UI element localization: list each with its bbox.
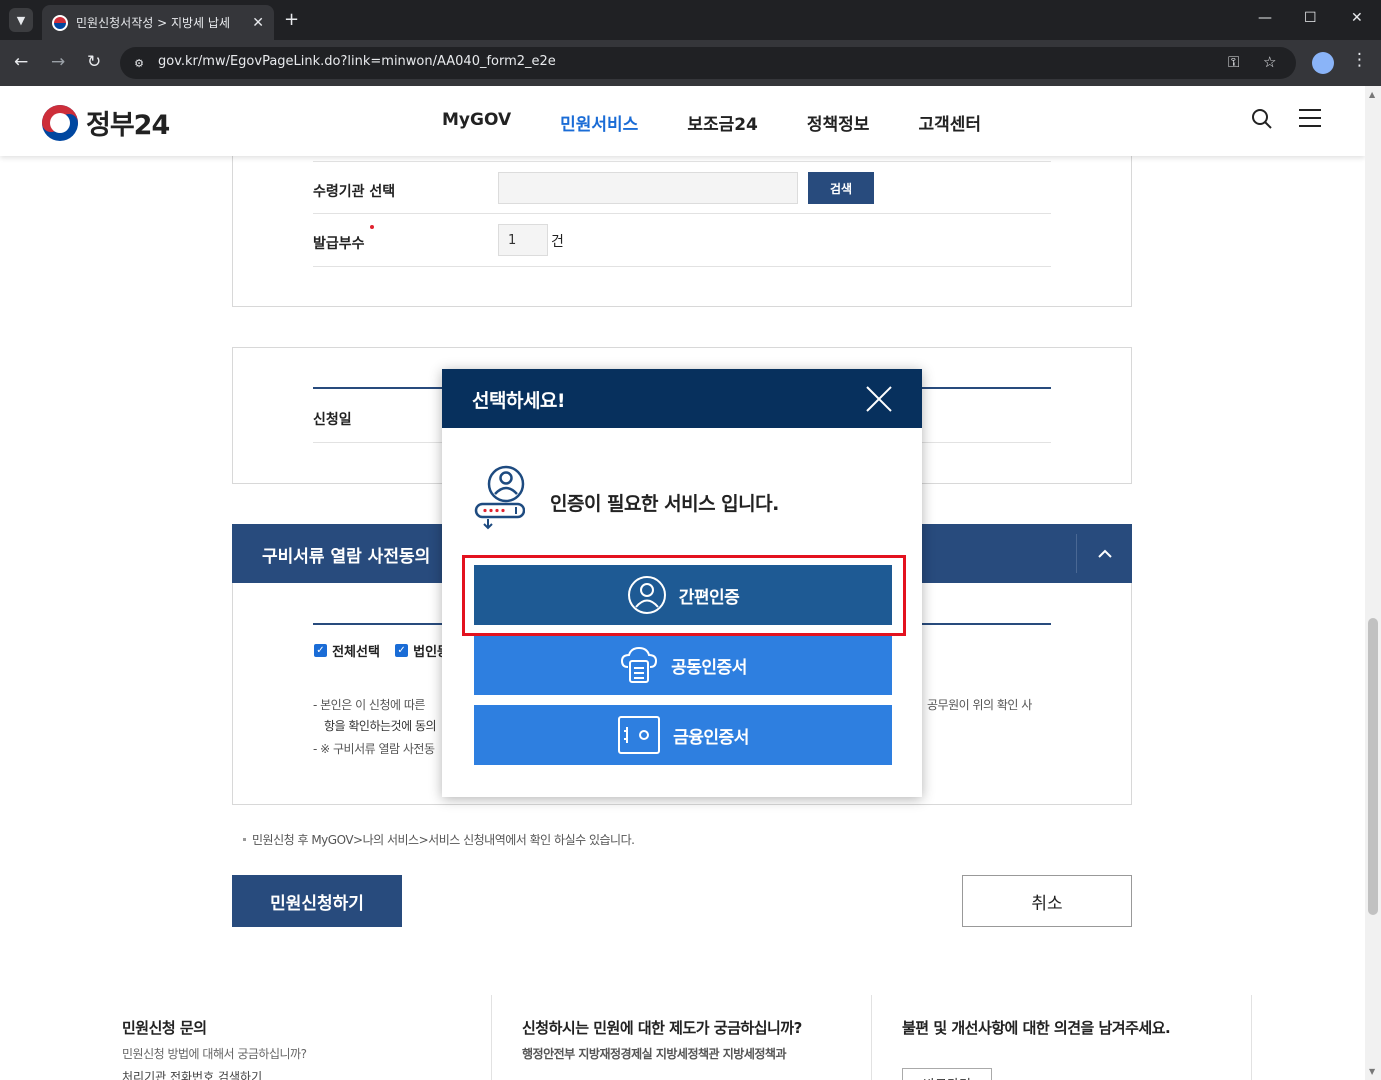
required-dot bbox=[370, 225, 374, 229]
agency-label: 수령기관 선택 bbox=[313, 184, 396, 200]
forward-icon[interactable]: → bbox=[51, 52, 65, 72]
profile-avatar-icon[interactable] bbox=[1312, 52, 1334, 74]
finance-cert-label: 금융인증서 bbox=[673, 727, 749, 748]
chevron-up-icon[interactable] bbox=[1076, 534, 1132, 573]
close-icon[interactable] bbox=[865, 385, 893, 413]
simple-auth-person-icon bbox=[627, 576, 666, 614]
joint-cert-button[interactable]: 공동인증서 bbox=[474, 635, 892, 695]
url-text[interactable]: gov.kr/mw/EgovPageLink.do?link=minwon/AA… bbox=[158, 54, 556, 69]
simple-auth-button[interactable]: 간편인증 bbox=[474, 565, 892, 625]
apply-button[interactable]: 민원신청하기 bbox=[232, 875, 402, 927]
apply-date-label: 신청일 bbox=[313, 412, 352, 428]
consent-section-title: 구비서류 열람 사전동의 bbox=[262, 547, 431, 567]
auth-select-modal: 선택하세요! 인증이 필요한 서비스 입니다. 간편인증 공동인증서 금융인증서 bbox=[442, 369, 922, 797]
maximize-icon[interactable]: ☐ bbox=[1304, 10, 1317, 26]
footer-system-desc: 행정안전부 지방재정경제실 지방세정책관 지방세정책과 bbox=[522, 1047, 787, 1061]
agency-row: 수령기관 선택 검색 bbox=[313, 161, 1051, 214]
page-viewport: 정부24 MyGOV 민원서비스 보조금24 정책정보 고객센터 수령기관 선택… bbox=[0, 86, 1365, 1080]
scroll-down-icon[interactable]: ▼ bbox=[1369, 1067, 1375, 1076]
password-key-icon[interactable]: ⚿ bbox=[1228, 53, 1239, 71]
safe-box-icon bbox=[618, 716, 661, 754]
site-header: 정부24 MyGOV 민원서비스 보조금24 정책정보 고객센터 bbox=[0, 86, 1365, 156]
more-menu-icon[interactable]: ⋮ bbox=[1351, 50, 1368, 70]
page-scrollbar[interactable]: ▲ ▼ bbox=[1365, 86, 1381, 1080]
logo-text: 정부24 bbox=[86, 110, 170, 141]
copies-unit: 건 bbox=[551, 234, 564, 250]
window-close-icon[interactable]: ✕ bbox=[1351, 10, 1363, 26]
agency-search-button[interactable]: 검색 bbox=[808, 172, 874, 204]
footer-goto-button[interactable]: 바로가기 bbox=[902, 1068, 992, 1080]
consent-checkboxes: ✓ 전체선택 ✓ 법인등 bbox=[314, 640, 449, 660]
address-bar[interactable]: ⚙ gov.kr/mw/EgovPageLink.do?link=minwon/… bbox=[120, 47, 1296, 79]
browser-tabbar: ▼ 민원신청서작성 > 지방세 납세 ✕ + — ☐ ✕ bbox=[0, 0, 1381, 40]
site-info-icon[interactable]: ⚙ bbox=[130, 54, 148, 72]
copies-input[interactable]: 1 bbox=[498, 224, 548, 256]
nav-customer-center[interactable]: 고객센터 bbox=[918, 110, 981, 135]
checkbox-all-icon[interactable]: ✓ bbox=[314, 644, 327, 657]
joint-cert-label: 공동인증서 bbox=[671, 657, 747, 678]
bookmark-star-icon[interactable]: ☆ bbox=[1263, 53, 1276, 71]
back-icon[interactable]: ← bbox=[14, 52, 28, 72]
modal-header: 선택하세요! bbox=[442, 369, 922, 428]
site-logo[interactable]: 정부24 bbox=[42, 103, 170, 142]
consent-text-line3: - ※ 구비서류 열람 사전동 bbox=[313, 742, 435, 756]
scroll-thumb[interactable] bbox=[1368, 618, 1378, 915]
modal-title: 선택하세요! bbox=[472, 390, 566, 412]
user-auth-icon bbox=[473, 462, 526, 537]
reload-icon[interactable]: ↻ bbox=[87, 52, 101, 72]
tab-search-icon[interactable]: ▼ bbox=[9, 8, 33, 32]
footer-feedback-title: 불편 및 개선사항에 대한 의견을 남겨주세요. bbox=[902, 1019, 1171, 1037]
browser-toolbar: ← → ↻ ⚙ gov.kr/mw/EgovPageLink.do?link=m… bbox=[0, 40, 1381, 86]
footer-inquiry-desc: 민원신청 방법에 대해서 궁금하십니까? bbox=[122, 1047, 307, 1061]
tab-title: 민원신청서작성 > 지방세 납세 bbox=[76, 16, 230, 30]
nav-subsidy24[interactable]: 보조금24 bbox=[687, 110, 758, 135]
nav-mygov[interactable]: MyGOV bbox=[442, 110, 511, 135]
copies-label: 발급부수 bbox=[313, 236, 365, 252]
checkbox-corp-icon[interactable]: ✓ bbox=[395, 644, 409, 657]
footer-inquiry-title: 민원신청 문의 bbox=[122, 1019, 207, 1037]
footer-phone-search-link[interactable]: 처리기관 전화번호 검색하기 bbox=[122, 1068, 262, 1080]
copies-row: 발급부수 1 건 bbox=[313, 214, 1051, 267]
consent-text-line1-left: - 본인은 이 신청에 따른 bbox=[313, 698, 425, 712]
simple-auth-label: 간편인증 bbox=[678, 587, 740, 608]
consent-text-line1-right: 공무원이 위의 확인 사 bbox=[927, 698, 1032, 712]
footer-divider bbox=[1251, 995, 1252, 1080]
finance-cert-button[interactable]: 금융인증서 bbox=[474, 705, 892, 765]
nav-civil-service[interactable]: 민원서비스 bbox=[560, 110, 638, 135]
main-nav: MyGOV 민원서비스 보조금24 정책정보 고객센터 bbox=[442, 110, 1030, 135]
footer-divider bbox=[871, 995, 872, 1080]
nav-policy-info[interactable]: 정책정보 bbox=[807, 110, 870, 135]
consent-text-line2: 항을 확인하는것에 동의 bbox=[324, 719, 437, 733]
cancel-button[interactable]: 취소 bbox=[962, 875, 1132, 927]
tab-close-icon[interactable]: ✕ bbox=[252, 15, 264, 31]
mygov-note: 민원신청 후 MyGOV>나의 서비스>서비스 신청내역에서 확인 하실수 있습… bbox=[242, 833, 635, 847]
cloud-cert-icon bbox=[621, 646, 658, 683]
modal-message: 인증이 필요한 서비스 입니다. bbox=[550, 493, 779, 515]
footer-divider bbox=[491, 995, 492, 1080]
new-tab-icon[interactable]: + bbox=[284, 9, 299, 30]
check-all-label[interactable]: 전체선택 bbox=[332, 645, 380, 660]
scroll-up-icon[interactable]: ▲ bbox=[1369, 90, 1375, 99]
agency-input[interactable] bbox=[498, 172, 798, 204]
minimize-icon[interactable]: — bbox=[1258, 10, 1272, 26]
search-icon[interactable] bbox=[1251, 108, 1273, 136]
footer-system-title: 신청하시는 민원에 대한 제도가 궁금하십니까? bbox=[522, 1019, 802, 1037]
hamburger-menu-icon[interactable] bbox=[1299, 108, 1321, 134]
taegeuk-logo-icon bbox=[42, 104, 78, 141]
favicon-icon bbox=[52, 14, 68, 31]
browser-tab[interactable]: 민원신청서작성 > 지방세 납세 ✕ bbox=[42, 5, 274, 40]
